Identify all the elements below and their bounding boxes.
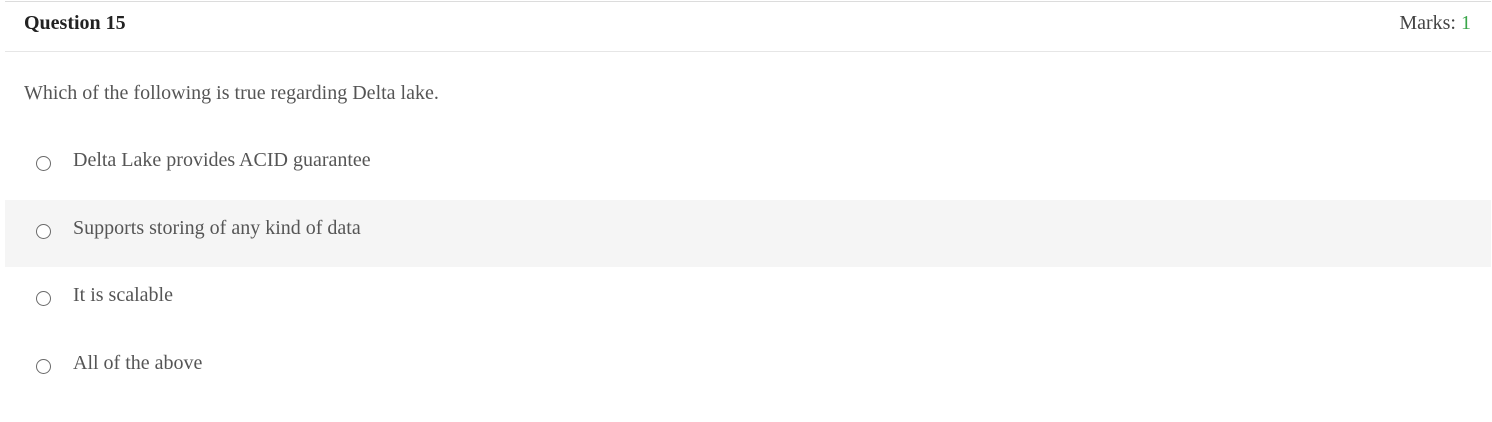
- option-2[interactable]: Supports storing of any kind of data: [5, 200, 1491, 267]
- question-title: Question 15: [24, 12, 126, 34]
- question-card: Question 15 Marks: 1 Which of the follow…: [5, 1, 1491, 421]
- option-label: Supports storing of any kind of data: [73, 217, 361, 239]
- option-label: All of the above: [73, 352, 203, 374]
- marks-indicator: Marks: 1: [1399, 12, 1471, 35]
- option-1[interactable]: Delta Lake provides ACID guarantee: [5, 132, 1491, 199]
- marks-label: Marks:: [1399, 12, 1461, 34]
- option-4[interactable]: All of the above: [5, 335, 1491, 402]
- question-text: Which of the following is true regarding…: [24, 82, 439, 104]
- marks-value: 1: [1461, 12, 1471, 34]
- radio-button-icon[interactable]: [36, 359, 51, 374]
- radio-button-icon[interactable]: [36, 224, 51, 239]
- option-3[interactable]: It is scalable: [5, 267, 1491, 334]
- radio-button-icon[interactable]: [36, 156, 51, 171]
- radio-button-icon[interactable]: [36, 291, 51, 306]
- question-header: Question 15 Marks: 1: [5, 2, 1491, 52]
- option-label: Delta Lake provides ACID guarantee: [73, 149, 371, 171]
- option-label: It is scalable: [73, 284, 173, 306]
